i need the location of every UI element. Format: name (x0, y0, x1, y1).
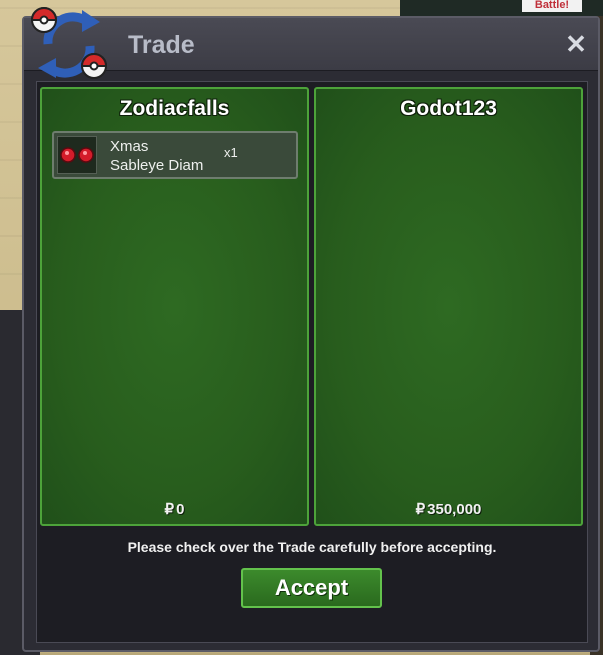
item-icon-box (57, 136, 97, 174)
item-name-line-1: Xmas (110, 138, 149, 155)
trade-notice: Please check over the Trade carefully be… (127, 539, 497, 555)
trade-logo-icon (30, 7, 108, 79)
right-trade-panel: Godot123 ₽350,000 (314, 87, 583, 526)
left-trade-panel: Zodiacfalls Xmas Sableye Diam x1 ₽ 0 (40, 87, 309, 526)
left-money: ₽0 (42, 500, 307, 518)
currency-symbol: ₽ (415, 501, 426, 518)
item-name-line-2: Sableye Diam (110, 157, 204, 174)
left-money-value: 0 (176, 501, 185, 518)
right-money: ₽350,000 (316, 500, 581, 518)
window-title: Trade (128, 31, 195, 59)
trade-item-slot[interactable]: Xmas Sableye Diam x1 (52, 131, 298, 179)
battle-badge[interactable]: Battle! (522, 0, 582, 12)
trade-window: Trade ✕ Zodiacfalls Xmas Sableye Diam x1… (22, 7, 600, 652)
accept-button[interactable]: Accept (241, 568, 382, 608)
item-name: Xmas Sableye Diam (110, 137, 203, 175)
trade-content: Zodiacfalls Xmas Sableye Diam x1 ₽ 0 God… (36, 81, 588, 643)
right-money-value: 350,000 (427, 501, 482, 518)
right-player-name: Godot123 (400, 97, 497, 120)
red-gems-icon (60, 147, 94, 163)
left-player-name: Zodiacfalls (119, 97, 230, 120)
item-quantity: x1 (224, 145, 238, 160)
close-button[interactable]: ✕ (564, 31, 588, 57)
currency-symbol: ₽ (164, 501, 175, 518)
